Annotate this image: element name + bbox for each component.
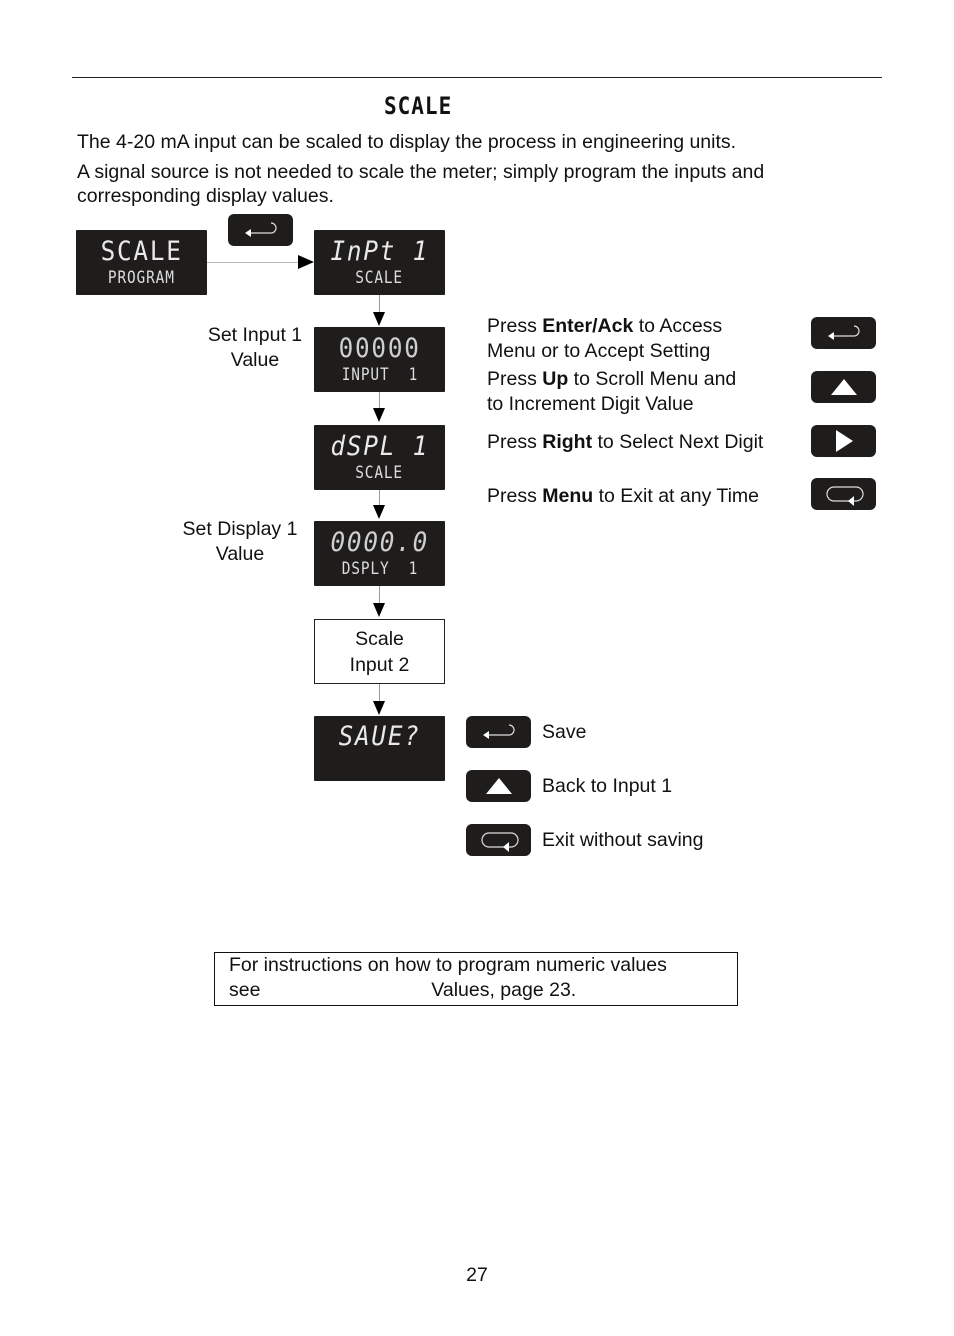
help-right: Press Right to Select Next Digit: [487, 431, 764, 453]
enter-key-button[interactable]: [228, 214, 293, 246]
menu-key-icon: [825, 486, 864, 506]
up-key-icon: [830, 379, 857, 395]
option-exit-label: Exit without saving: [542, 829, 704, 851]
note-box: For instructions on how to program numer…: [214, 952, 738, 1006]
lcd-scale-program: SCALE PROGRAM: [76, 230, 207, 295]
lcd-top-text: 00000: [338, 332, 421, 364]
arrow-down-icon: [373, 603, 385, 617]
connector-line: [379, 490, 380, 506]
scale-input2-box: Scale Input 2: [314, 619, 445, 684]
arrow-down-icon: [373, 312, 385, 326]
lcd-bottom-text: SCALE: [355, 462, 404, 483]
menu-key-icon: [480, 832, 519, 852]
exit-key-button[interactable]: [466, 824, 531, 856]
right-key-button[interactable]: [811, 425, 876, 457]
up-key-icon: [485, 778, 512, 794]
set-display1-label: Set Display 1 Value: [182, 518, 298, 565]
lcd-top-text: 0000.0: [330, 526, 429, 558]
lcd-bottom-text: INPUT 1: [341, 364, 418, 385]
enter-key-icon: [244, 222, 277, 237]
intro-paragraph-1: The 4-20 mA input can be scaled to displ…: [77, 131, 737, 153]
lcd-input1-scale: InPt 1 SCALE: [314, 230, 445, 295]
lcd-input1-value: 00000 INPUT 1: [314, 327, 445, 392]
save-key-button[interactable]: [466, 716, 531, 748]
help-enter: Press Enter/Ack to Access Menu or to Acc…: [487, 315, 723, 362]
enter-key-icon: [482, 724, 515, 739]
arrow-right-icon: [298, 255, 314, 269]
enter-key-icon: [827, 325, 860, 340]
lcd-top-text: InPt 1: [330, 235, 429, 267]
note-see: see: [229, 979, 261, 1001]
up-key-button[interactable]: [811, 371, 876, 403]
lcd-save-prompt: SAUE?: [314, 716, 445, 781]
lcd-top-text: SAUE?: [338, 721, 421, 752]
enter-key-button[interactable]: [811, 317, 876, 349]
set-input1-label: Set Input 1 Value: [207, 324, 303, 371]
lcd-top-text: SCALE: [100, 235, 183, 267]
lcd-bottom-text: SCALE: [355, 267, 404, 288]
connector-line: [207, 262, 299, 263]
page-number: 27: [466, 1264, 488, 1286]
lcd-display1-value: 0000.0 DSPLY 1: [314, 521, 445, 586]
note-reference: Values, page 23.: [431, 979, 577, 1001]
intro-paragraph-2: A signal source is not needed to scale t…: [77, 161, 765, 207]
menu-key-button[interactable]: [811, 478, 876, 510]
option-back-label: Back to Input 1: [542, 775, 673, 797]
arrow-down-icon: [373, 701, 385, 715]
connector-line: [379, 392, 380, 409]
lcd-display1-scale: dSPL 1 SCALE: [314, 425, 445, 490]
help-up: Press Up to Scroll Menu and to Increment…: [487, 368, 737, 415]
lcd-bottom-text: DSPLY 1: [341, 558, 418, 579]
connector-line: [379, 684, 380, 702]
arrow-down-icon: [373, 408, 385, 422]
option-save-label: Save: [542, 721, 587, 743]
right-key-icon: [835, 430, 853, 452]
section-heading-lcd: SCALE: [384, 92, 453, 120]
back-key-button[interactable]: [466, 770, 531, 802]
connector-line: [379, 586, 380, 604]
arrow-down-icon: [373, 505, 385, 519]
help-menu: Press Menu to Exit at any Time: [487, 485, 760, 507]
header-rule: [72, 77, 882, 78]
connector-line: [379, 295, 380, 313]
lcd-top-text: dSPL 1: [330, 430, 429, 462]
lcd-bottom-text: PROGRAM: [108, 267, 175, 288]
